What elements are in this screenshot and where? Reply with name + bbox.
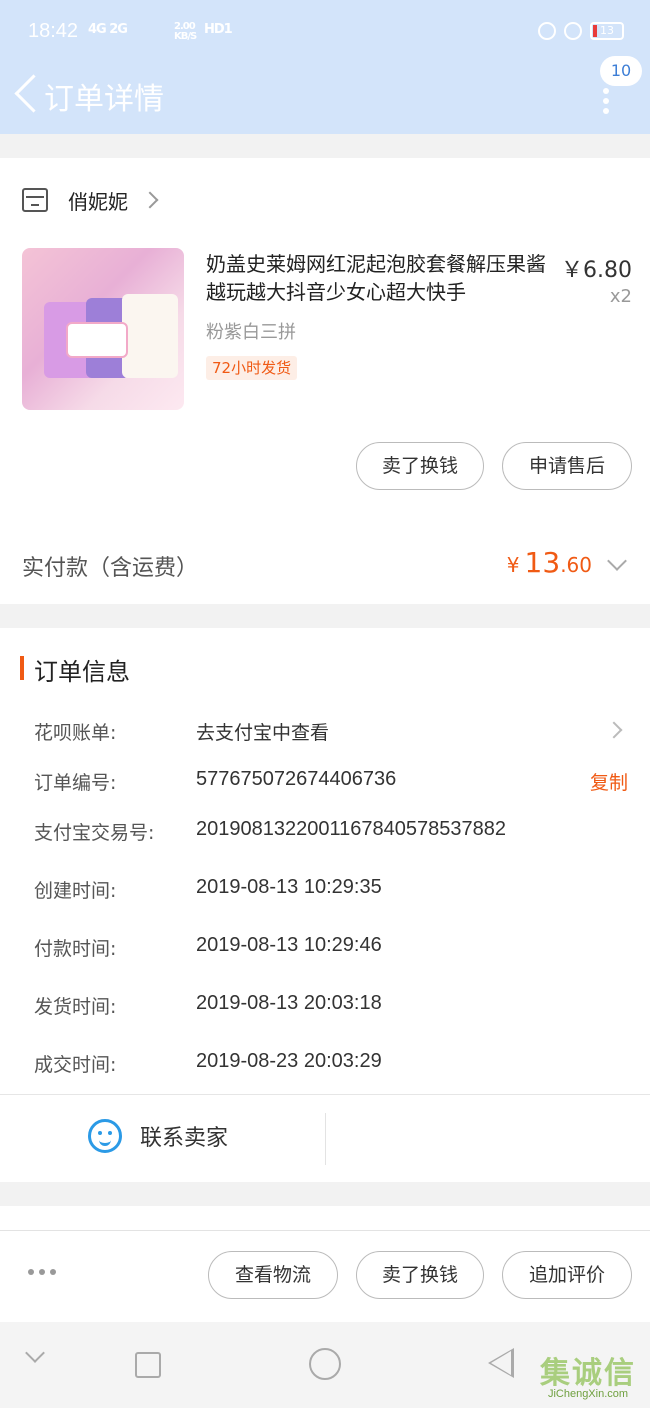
- paid-label: 实付款（含运费）: [22, 556, 199, 581]
- chevron-right-icon: [141, 191, 159, 209]
- shop-name: 俏妮妮: [68, 189, 128, 214]
- contact-seller-button[interactable]: 联系卖家: [88, 1119, 228, 1153]
- product-sku: 粉紫白三拼: [206, 322, 296, 343]
- network-speed: 2.00 KB/S: [174, 21, 197, 42]
- info-row-huabei[interactable]: 花呗账单: 去支付宝中查看: [34, 718, 634, 748]
- battery-level: 13: [600, 24, 614, 37]
- more-menu-button[interactable]: [596, 84, 616, 124]
- order-info-section: 订单信息 花呗账单: 去支付宝中查看 订单编号: 577675072674406…: [0, 628, 650, 1094]
- alarm-icon: [564, 22, 582, 40]
- back-button[interactable]: [12, 74, 40, 114]
- system-back-icon[interactable]: [488, 1348, 514, 1378]
- spacer-card: [0, 1206, 650, 1230]
- product-title[interactable]: 奶盖史莱姆网红泥起泡胶套餐解压果酱越玩越大抖音少女心超大快手: [206, 250, 552, 306]
- product-image[interactable]: [22, 248, 184, 410]
- watermark-logo: 集诚信 JiChengXin.com: [540, 1356, 636, 1400]
- view-logistics-button[interactable]: 查看物流: [208, 1251, 338, 1299]
- section-title: 订单信息: [34, 658, 130, 686]
- hd-icon: HD1: [204, 22, 233, 37]
- shipping-tag: 72小时发货: [206, 356, 298, 380]
- shop-row[interactable]: 俏妮妮: [22, 180, 159, 220]
- expand-payment-icon[interactable]: [607, 551, 627, 571]
- bottom-action-bar: 查看物流 卖了换钱 追加评价: [0, 1230, 650, 1322]
- page-title: 订单详情: [44, 82, 164, 117]
- chevron-down-icon[interactable]: [25, 1343, 45, 1363]
- chat-face-icon: [88, 1119, 122, 1153]
- info-row-shipped: 发货时间: 2019-08-13 20:03:18: [34, 992, 382, 1018]
- section-accent-bar: [20, 656, 24, 680]
- more-actions-icon[interactable]: [28, 1269, 56, 1275]
- product-price: ￥6.80: [561, 258, 632, 283]
- lock-icon: [538, 22, 556, 40]
- contact-section: 联系卖家: [0, 1094, 650, 1182]
- status-bar: 18:42 4G 2G 2.00 KB/S HD1 13: [0, 0, 650, 66]
- info-row-alipay-number: 支付宝交易号: 2019081322001167840578537882: [34, 818, 506, 844]
- store-icon: [22, 188, 48, 212]
- after-sale-button[interactable]: 申请售后: [502, 442, 632, 490]
- divider: [325, 1113, 326, 1165]
- info-row-order-number: 订单编号: 577675072674406736: [34, 768, 397, 794]
- header: 18:42 4G 2G 2.00 KB/S HD1 13 订单详情 10: [0, 0, 650, 134]
- contact-seller-label: 联系卖家: [140, 1126, 229, 1151]
- battery-icon: 13: [590, 22, 624, 40]
- order-card: 俏妮妮 奶盖史莱姆网红泥起泡胶套餐解压果酱越玩越大抖音少女心超大快手 ￥6.80…: [0, 158, 650, 604]
- sell-button-bottom[interactable]: 卖了换钱: [356, 1251, 484, 1299]
- nav-bar: 订单详情: [0, 66, 650, 134]
- product-quantity: x2: [609, 286, 632, 307]
- system-nav-bar: 集诚信 JiChengXin.com: [0, 1322, 650, 1408]
- status-time: 18:42: [28, 20, 79, 42]
- status-right: 13: [538, 22, 624, 40]
- sell-button[interactable]: 卖了换钱: [356, 442, 484, 490]
- info-row-completed: 成交时间: 2019-08-23 20:03:29: [34, 1050, 382, 1076]
- recent-apps-icon[interactable]: [135, 1352, 161, 1378]
- signal-icon: 4G 2G: [88, 22, 128, 37]
- info-row-paid: 付款时间: 2019-08-13 10:29:46: [34, 934, 382, 960]
- copy-button[interactable]: 复制: [590, 768, 628, 795]
- add-review-button[interactable]: 追加评价: [502, 1251, 632, 1299]
- info-row-created: 创建时间: 2019-08-13 10:29:35: [34, 876, 382, 902]
- message-badge[interactable]: 10: [600, 56, 642, 86]
- paid-amount: ¥ 13.60: [506, 546, 592, 579]
- home-icon[interactable]: [309, 1348, 341, 1380]
